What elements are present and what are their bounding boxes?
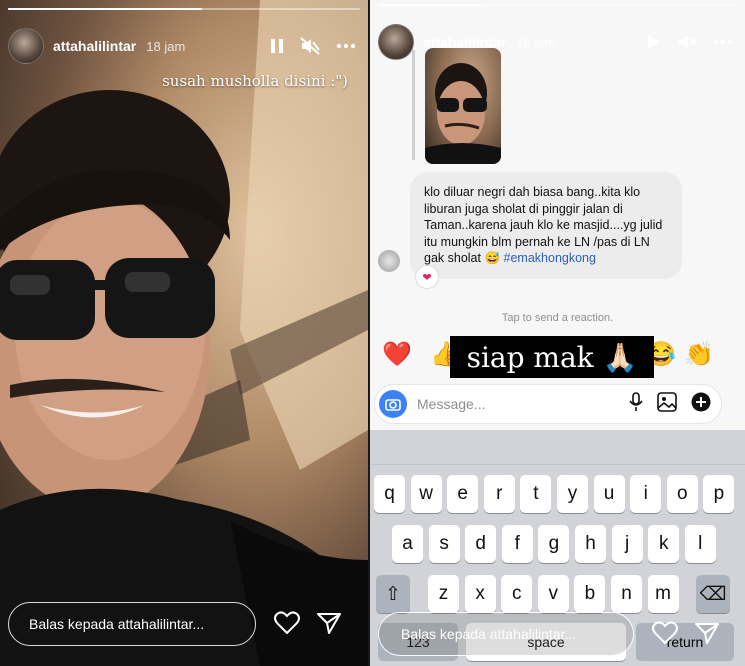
right-story-panel: attahalilintar 18 jam klo diluar negri d… bbox=[370, 0, 745, 666]
more-icon[interactable] bbox=[336, 43, 356, 49]
key-n[interactable]: n bbox=[611, 575, 642, 613]
hashtag-link[interactable]: #emakhongkong bbox=[504, 251, 596, 265]
reaction-clap[interactable]: 👏 bbox=[684, 340, 714, 369]
story-progress-bar bbox=[8, 8, 360, 10]
mute-icon[interactable] bbox=[677, 33, 697, 51]
text-sticker: siap mak 🙏🏻 bbox=[450, 336, 654, 378]
key-z[interactable]: z bbox=[428, 575, 459, 613]
reaction-heart[interactable]: ❤️ bbox=[382, 340, 412, 369]
pause-icon[interactable] bbox=[270, 38, 284, 54]
story-progress-fill bbox=[378, 4, 486, 6]
delete-key[interactable]: ⌫ bbox=[696, 575, 730, 613]
key-v[interactable]: v bbox=[537, 575, 569, 613]
key-a[interactable]: a bbox=[392, 525, 423, 563]
key-h[interactable]: h bbox=[575, 525, 606, 563]
key-f[interactable]: f bbox=[501, 525, 533, 563]
key-y[interactable]: y bbox=[557, 475, 588, 513]
story-thumbnail[interactable] bbox=[425, 48, 501, 164]
key-w[interactable]: w bbox=[410, 475, 442, 513]
mute-icon[interactable] bbox=[300, 37, 320, 55]
key-m[interactable]: m bbox=[647, 575, 679, 613]
key-p[interactable]: p bbox=[703, 475, 735, 513]
reply-quote-line bbox=[412, 50, 415, 160]
key-o[interactable]: o bbox=[666, 475, 698, 513]
key-s[interactable]: s bbox=[428, 525, 460, 563]
username[interactable]: attahalilintar bbox=[53, 38, 136, 54]
avatar[interactable] bbox=[8, 28, 44, 64]
story-progress-fill bbox=[8, 8, 202, 10]
story-photo bbox=[0, 0, 368, 666]
key-j[interactable]: j bbox=[611, 525, 643, 563]
story-progress-bar bbox=[378, 4, 736, 6]
message-input[interactable]: Message... bbox=[417, 396, 629, 412]
gallery-icon[interactable] bbox=[657, 391, 677, 417]
key-q[interactable]: q bbox=[374, 475, 405, 513]
send-icon[interactable] bbox=[314, 608, 344, 638]
key-i[interactable]: i bbox=[630, 475, 662, 513]
reaction-hint: Tap to send a reaction. bbox=[501, 312, 614, 324]
shift-key[interactable]: ⇧ bbox=[376, 575, 410, 613]
play-icon[interactable] bbox=[647, 34, 661, 50]
story-time: 18 jam bbox=[516, 34, 556, 50]
avatar[interactable] bbox=[378, 24, 414, 60]
key-l[interactable]: l bbox=[684, 525, 716, 563]
key-e[interactable]: e bbox=[447, 475, 479, 513]
message-composer: Message... bbox=[374, 384, 722, 424]
comment-bubble: klo diluar negri dah biasa bang..kita kl… bbox=[410, 172, 682, 279]
key-u[interactable]: u bbox=[593, 475, 625, 513]
send-icon[interactable] bbox=[692, 618, 722, 648]
heart-reaction[interactable]: ❤ bbox=[415, 265, 439, 289]
reply-input[interactable]: Balas kepada attahalilintar... bbox=[378, 612, 634, 656]
key-x[interactable]: x bbox=[464, 575, 496, 613]
reply-input[interactable]: Balas kepada attahalilintar... bbox=[8, 602, 256, 646]
key-k[interactable]: k bbox=[648, 525, 680, 563]
story-header: attahalilintar 18 jam bbox=[8, 28, 356, 64]
left-story-panel: attahalilintar 18 jam susah musholla dis… bbox=[0, 0, 368, 666]
heart-icon[interactable] bbox=[650, 618, 680, 648]
key-t[interactable]: t bbox=[520, 475, 552, 513]
commenter-avatar[interactable] bbox=[378, 250, 400, 272]
camera-icon[interactable] bbox=[379, 390, 407, 418]
heart-icon[interactable] bbox=[272, 608, 302, 638]
add-icon[interactable] bbox=[691, 392, 711, 417]
key-d[interactable]: d bbox=[465, 525, 497, 563]
key-b[interactable]: b bbox=[574, 575, 606, 613]
key-r[interactable]: r bbox=[483, 475, 515, 513]
microphone-icon[interactable] bbox=[629, 391, 643, 417]
more-icon[interactable] bbox=[713, 39, 733, 45]
story-caption: susah musholla disini :") bbox=[162, 72, 348, 90]
story-time: 18 jam bbox=[146, 38, 186, 54]
key-g[interactable]: g bbox=[538, 525, 570, 563]
key-c[interactable]: c bbox=[501, 575, 533, 613]
keyboard-suggestion-bar bbox=[370, 430, 745, 465]
